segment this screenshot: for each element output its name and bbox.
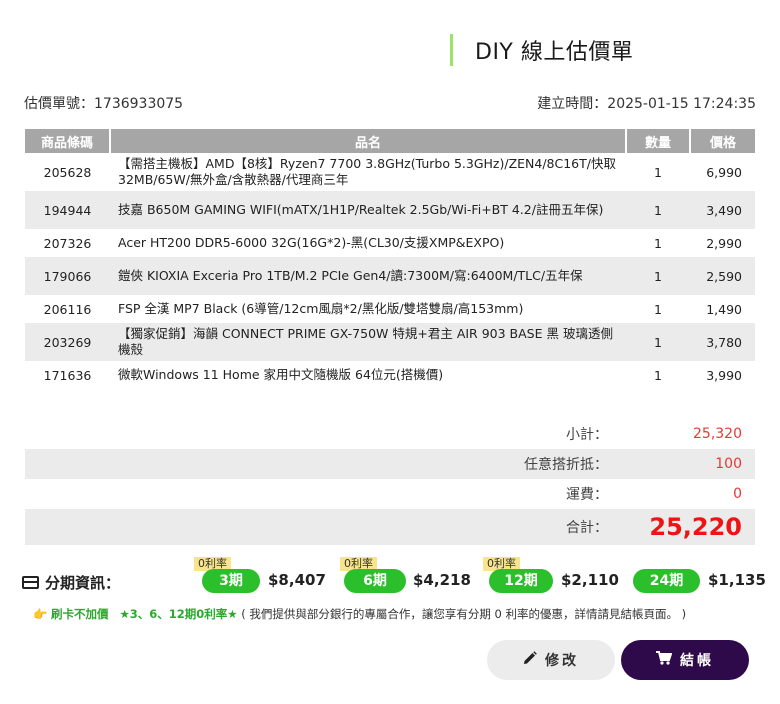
item-price: 3,490	[690, 191, 755, 229]
checkout-button[interactable]: 結帳	[621, 640, 749, 680]
total-row: 合計： 25,220	[25, 509, 755, 545]
item-code: 194944	[25, 191, 110, 229]
item-price: 2,990	[706, 235, 742, 251]
item-qty: 1	[626, 257, 690, 295]
header-name: 品名	[110, 129, 627, 153]
plan-period-pill: 24期	[633, 569, 700, 593]
created-time: 建立時間：2025-01-15 17:24:35	[537, 96, 756, 112]
total-label: 合計：	[566, 520, 608, 536]
item-qty: 1	[654, 367, 662, 383]
page-title: DIY 線上估價單	[475, 40, 634, 65]
item-name: 微軟Windows 11 Home 家用中文隨機版 64位元(搭機價)	[118, 367, 444, 382]
item-code: 171636	[43, 367, 92, 383]
shipping-row: 運費： 0	[25, 479, 755, 509]
credit-card-icon	[22, 576, 39, 589]
item-price: 3,990	[706, 367, 742, 383]
page-title-wrap: DIY 線上估價單	[450, 33, 633, 67]
installment-title: 分期資訊：	[22, 572, 120, 593]
header-code: 商品條碼	[25, 129, 111, 153]
header-qty: 數量	[626, 129, 691, 153]
item-code: 203269	[25, 323, 110, 361]
item-qty: 1	[654, 301, 662, 317]
item-name: Acer HT200 DDR5-6000 32G(16G*2)-黑(CL30/支…	[118, 235, 505, 250]
pointing-hand-icon: 👉	[33, 607, 48, 621]
item-name: 技嘉 B650M GAMING WIFI(mATX/1H1P/Realtek 2…	[110, 191, 626, 229]
table-row: 206116 FSP 全漢 MP7 Black (6導管/12cm風扇*2/黑化…	[25, 295, 755, 323]
summary-block: 小計： 25,320 任意搭折抵： 100 運費： 0 合計： 25,220	[25, 419, 755, 545]
note-detail: ( 我們提供與部分銀行的專屬合作，讓您享有分期 0 利率的優惠，詳情請見結帳頁面…	[241, 607, 687, 621]
table-row: 171636 微軟Windows 11 Home 家用中文隨機版 64位元(搭機…	[25, 361, 755, 389]
table-header-row: 商品條碼 品名 數量 價格	[25, 129, 755, 153]
item-qty: 1	[626, 191, 690, 229]
quote-number: 估價單號：1736933075	[24, 96, 184, 112]
plan-24: 24期 $1,135	[632, 555, 766, 597]
checkout-button-label: 結帳	[680, 653, 714, 669]
subtotal-row: 小計： 25,320	[25, 419, 755, 449]
note-no-surcharge: 刷卡不加價	[50, 607, 109, 621]
item-qty: 1	[626, 323, 690, 361]
pencil-icon	[523, 651, 537, 669]
plan-amount: $8,407	[268, 571, 326, 589]
plan-period-pill: 12期	[489, 569, 553, 593]
item-price: 2,590	[690, 257, 755, 295]
note-zero-interest: ★3、6、12期0利率★	[119, 607, 238, 621]
plan-amount: $1,135	[708, 571, 766, 589]
plan-3: 0利率 3期 $8,407	[194, 555, 329, 597]
item-price: 6,990	[706, 164, 742, 180]
header-price: 價格	[690, 129, 755, 153]
discount-row: 任意搭折抵： 100	[25, 449, 755, 479]
item-code: 206116	[43, 301, 92, 317]
item-name: FSP 全漢 MP7 Black (6導管/12cm風扇*2/黑化版/雙塔雙扇/…	[118, 301, 524, 316]
discount-value: 100	[715, 456, 742, 472]
item-name: 鎧俠 KIOXIA Exceria Pro 1TB/M.2 PCIe Gen4/…	[110, 257, 626, 295]
plan-period-pill: 3期	[202, 569, 260, 593]
shipping-value: 0	[733, 486, 742, 502]
table-row: 207326 Acer HT200 DDR5-6000 32G(16G*2)-黑…	[25, 229, 755, 257]
plan-amount: $4,218	[413, 571, 471, 589]
discount-label: 任意搭折抵：	[524, 457, 608, 473]
plan-12: 0利率 12期 $2,110	[483, 555, 619, 597]
plan-period-pill: 6期	[344, 569, 406, 593]
installment-note: 👉 刷卡不加價 ★3、6、12期0利率★ ( 我們提供與部分銀行的專屬合作，讓您…	[33, 606, 686, 622]
item-qty: 1	[654, 164, 662, 180]
item-price: 1,490	[706, 301, 742, 317]
items-table: 商品條碼 品名 數量 價格 205628 【需搭主機板】AMD【8核】Ryzen…	[25, 129, 755, 389]
cart-icon	[656, 651, 673, 669]
title-accent-bar	[450, 34, 453, 66]
total-value: 25,220	[649, 513, 742, 541]
item-code: 207326	[43, 235, 92, 251]
plan-6: 0利率 6期 $4,218	[340, 555, 475, 597]
item-name: 【獨家促銷】海韻 CONNECT PRIME GX-750W 特規+君主 AIR…	[110, 323, 626, 361]
item-qty: 1	[654, 235, 662, 251]
item-code: 179066	[25, 257, 110, 295]
edit-button-label: 修改	[545, 653, 579, 669]
subtotal-label: 小計：	[566, 427, 608, 443]
plan-amount: $2,110	[561, 571, 619, 589]
subtotal-value: 25,320	[693, 426, 742, 442]
shipping-label: 運費：	[566, 487, 608, 503]
installment-section: 分期資訊： 0利率 3期 $8,407 0利率 6期 $4,218 0利率 12…	[22, 555, 766, 603]
table-row: 205628 【需搭主機板】AMD【8核】Ryzen7 7700 3.8GHz(…	[25, 153, 755, 191]
item-code: 205628	[43, 164, 92, 180]
item-price: 3,780	[690, 323, 755, 361]
edit-button[interactable]: 修改	[487, 640, 615, 680]
table-row: 203269 【獨家促銷】海韻 CONNECT PRIME GX-750W 特規…	[25, 323, 755, 361]
table-row: 194944 技嘉 B650M GAMING WIFI(mATX/1H1P/Re…	[25, 191, 755, 229]
item-name: 【需搭主機板】AMD【8核】Ryzen7 7700 3.8GHz(Turbo 5…	[118, 156, 616, 187]
table-row: 179066 鎧俠 KIOXIA Exceria Pro 1TB/M.2 PCI…	[25, 257, 755, 295]
installment-title-text: 分期資訊：	[45, 574, 121, 592]
